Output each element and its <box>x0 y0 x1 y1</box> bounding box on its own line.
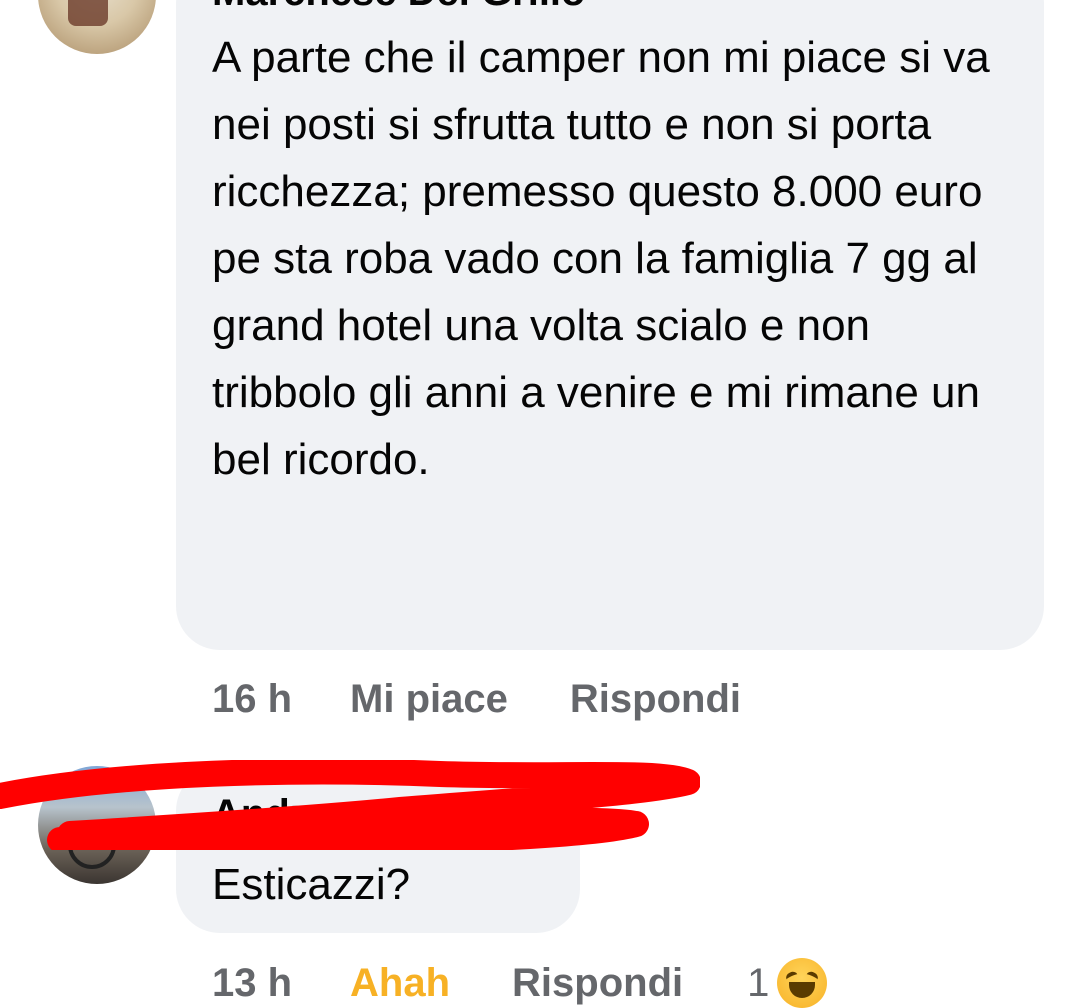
redaction-scribble <box>0 760 700 850</box>
comment-text: Esticazzi? <box>212 860 411 909</box>
comment-text: A parte che il camper non mi piace si va… <box>212 33 990 484</box>
like-button[interactable]: Mi piace <box>350 677 508 722</box>
commenter-avatar[interactable] <box>38 0 156 54</box>
reply-button[interactable]: Rispondi <box>512 961 683 1006</box>
comment-actions: 16 h Mi piace Rispondi <box>212 674 741 724</box>
comment-actions: 13 h Ahah Rispondi 1 <box>212 958 828 1008</box>
reaction-count[interactable]: 1 <box>747 961 769 1006</box>
comment-timestamp[interactable]: 13 h <box>212 961 292 1006</box>
laughing-emoji-icon[interactable] <box>777 958 828 1008</box>
reaction-button[interactable]: Ahah <box>350 961 450 1006</box>
avatar-image <box>68 0 108 26</box>
comment-author-name[interactable]: Marchese Del Grillo <box>212 0 585 15</box>
comment-timestamp[interactable]: 16 h <box>212 677 292 722</box>
reply-button[interactable]: Rispondi <box>570 677 741 722</box>
